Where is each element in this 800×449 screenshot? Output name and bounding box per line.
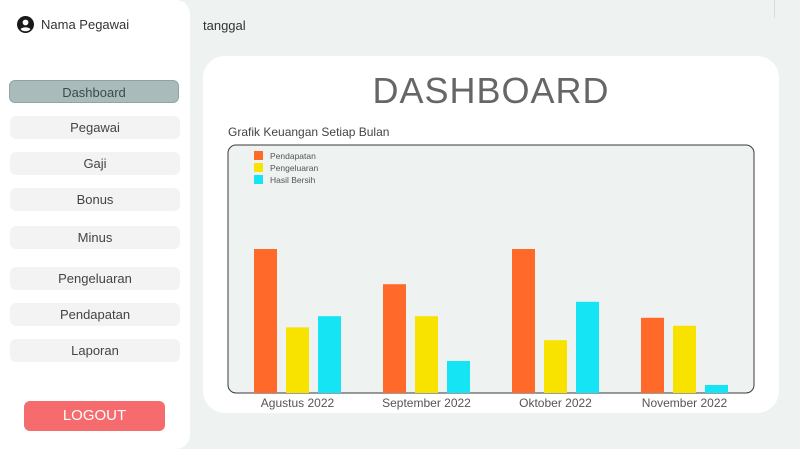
legend-label: Hasil Bersih [270,175,316,185]
finance-bar-chart: Agustus 2022 September 2022 Oktober 2022 No… [227,144,755,410]
legend-swatch [254,163,263,172]
bar-pendapatan-3 [641,317,664,393]
legend-swatch [254,151,263,160]
legend-label: Pengeluaran [270,163,318,173]
x-tick-label: Oktober 2022 [519,396,592,410]
legend-swatch [254,175,263,184]
bar-pengeluaran-0 [286,327,309,393]
x-tick-label: Agustus 2022 [261,396,335,410]
user-circle-icon [17,16,34,33]
sidebar-item-pendapatan[interactable]: Pendapatan [10,303,180,326]
bar-hasil-bersih-0 [318,316,341,393]
bar-pendapatan-0 [254,249,277,393]
sidebar-item-laporan[interactable]: Laporan [10,339,180,362]
sidebar-item-dashboard[interactable]: Dashboard [9,80,179,103]
x-tick-label: November 2022 [642,396,728,410]
bar-pengeluaran-1 [415,316,438,393]
bar-hasil-bersih-2 [576,301,599,393]
sidebar: Nama Pegawai Dashboard Pegawai Gaji Bonus Mi… [0,0,190,449]
bar-pendapatan-1 [383,284,406,393]
bar-pendapatan-2 [512,249,535,393]
legend-label: Pendapatan [270,151,316,161]
bar-pengeluaran-3 [673,325,696,393]
bar-hasil-bersih-1 [447,361,470,393]
sidebar-item-pegawai[interactable]: Pegawai [10,116,180,139]
user-name: Nama Pegawai [41,17,130,32]
sidebar-item-minus[interactable]: Minus [10,226,180,249]
user-profile[interactable]: Nama Pegawai [17,16,129,33]
topbar-divider [774,0,775,18]
bar-hasil-bersih-3 [705,385,728,393]
dashboard-card: DASHBOARD Grafik Keuangan Setiap Bulan A… [203,56,779,413]
sidebar-item-bonus[interactable]: Bonus [10,188,180,211]
date-label: tanggal [203,18,246,33]
bar-pengeluaran-2 [544,340,567,393]
sidebar-item-pengeluaran[interactable]: Pengeluaran [10,267,180,290]
x-tick-label: September 2022 [382,396,471,410]
sidebar-item-gaji[interactable]: Gaji [10,152,180,175]
logout-button[interactable]: LOGOUT [24,401,165,431]
